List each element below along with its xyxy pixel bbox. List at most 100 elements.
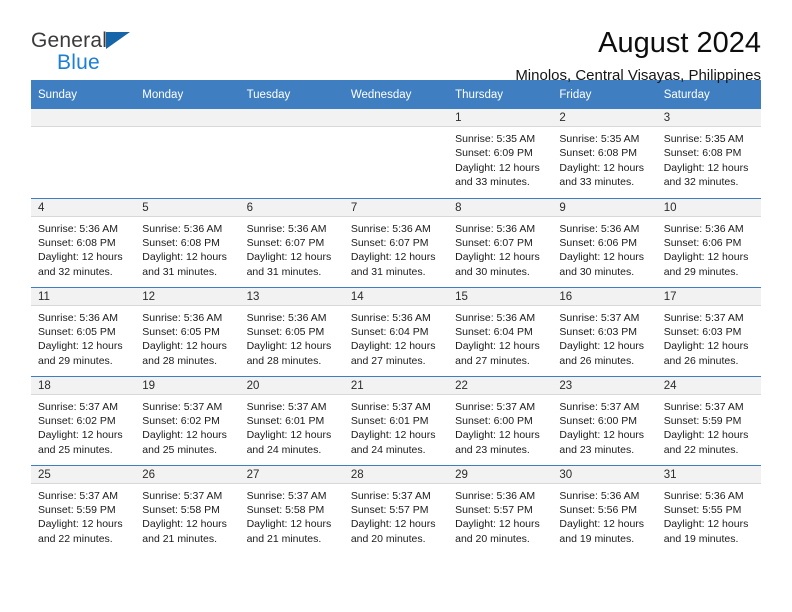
day-number: 6 xyxy=(239,198,344,217)
day-cell[interactable]: 22 Sunrise: 5:37 AM Sunset: 6:00 PM Dayl… xyxy=(448,375,553,465)
daylight-text-line1: Daylight: 12 hours xyxy=(246,340,332,353)
day-details: Sunrise: 5:36 AM Sunset: 6:07 PM Dayligh… xyxy=(240,217,344,280)
day-cell[interactable]: 6 Sunrise: 5:36 AM Sunset: 6:07 PM Dayli… xyxy=(239,197,344,287)
day-number: 15 xyxy=(448,287,553,306)
daylight-text-line1: Daylight: 12 hours xyxy=(350,518,436,531)
day-details xyxy=(135,127,239,132)
day-cell[interactable]: 10 Sunrise: 5:36 AM Sunset: 6:06 PM Dayl… xyxy=(656,197,761,287)
day-cell[interactable]: 7 Sunrise: 5:36 AM Sunset: 6:07 PM Dayli… xyxy=(343,197,449,287)
sunrise-text: Sunrise: 5:37 AM xyxy=(455,400,536,413)
daylight-text-line1: Daylight: 12 hours xyxy=(142,429,227,442)
day-number: 23 xyxy=(552,376,657,395)
sunset-text: Sunset: 6:07 PM xyxy=(246,236,325,249)
daylight-text-line2: and 30 minutes. xyxy=(455,265,530,278)
day-details: Sunrise: 5:36 AM Sunset: 6:04 PM Dayligh… xyxy=(344,306,448,369)
day-details: Sunrise: 5:37 AM Sunset: 5:57 PM Dayligh… xyxy=(344,484,448,547)
logo-text-general: General xyxy=(31,29,108,52)
sunset-text: Sunset: 6:03 PM xyxy=(663,325,742,338)
day-number: 20 xyxy=(239,376,344,395)
day-cell[interactable]: 11 Sunrise: 5:36 AM Sunset: 6:05 PM Dayl… xyxy=(31,286,136,376)
day-details: Sunrise: 5:37 AM Sunset: 5:59 PM Dayligh… xyxy=(31,484,135,547)
day-number xyxy=(343,109,449,127)
sunset-text: Sunset: 5:59 PM xyxy=(663,414,742,427)
daylight-text-line2: and 26 minutes. xyxy=(559,354,635,367)
daylight-text-line1: Daylight: 12 hours xyxy=(663,429,749,442)
day-cell[interactable]: 20 Sunrise: 5:37 AM Sunset: 6:01 PM Dayl… xyxy=(239,375,344,465)
day-cell[interactable]: 13 Sunrise: 5:36 AM Sunset: 6:05 PM Dayl… xyxy=(239,286,344,376)
sunset-text: Sunset: 6:08 PM xyxy=(663,147,742,160)
daylight-text-line2: and 21 minutes. xyxy=(246,532,322,545)
day-cell[interactable]: 28 Sunrise: 5:37 AM Sunset: 5:57 PM Dayl… xyxy=(343,464,449,554)
day-number: 22 xyxy=(448,376,553,395)
day-cell[interactable]: 9 Sunrise: 5:36 AM Sunset: 6:06 PM Dayli… xyxy=(552,197,657,287)
week-row: 4 Sunrise: 5:36 AM Sunset: 6:08 PM Dayli… xyxy=(31,197,761,287)
day-cell[interactable]: 24 Sunrise: 5:37 AM Sunset: 5:59 PM Dayl… xyxy=(656,375,761,465)
weekday-header-wednesday: Wednesday xyxy=(343,80,449,109)
daylight-text-line1: Daylight: 12 hours xyxy=(38,251,123,264)
daylight-text-line1: Daylight: 12 hours xyxy=(559,518,645,531)
day-cell[interactable]: 3 Sunrise: 5:35 AM Sunset: 6:08 PM Dayli… xyxy=(656,109,761,198)
sunset-text: Sunset: 5:57 PM xyxy=(455,503,533,516)
daylight-text-line2: and 33 minutes. xyxy=(559,176,635,189)
sunset-text: Sunset: 6:04 PM xyxy=(455,325,533,338)
sunrise-text: Sunrise: 5:37 AM xyxy=(663,400,744,413)
sunrise-text: Sunrise: 5:36 AM xyxy=(663,489,744,502)
day-cell[interactable]: 29 Sunrise: 5:36 AM Sunset: 5:57 PM Dayl… xyxy=(448,464,553,554)
sunset-text: Sunset: 6:00 PM xyxy=(455,414,533,427)
day-cell[interactable]: 26 Sunrise: 5:37 AM Sunset: 5:58 PM Dayl… xyxy=(135,464,240,554)
sunrise-text: Sunrise: 5:37 AM xyxy=(246,400,327,413)
day-number: 21 xyxy=(343,376,449,395)
sunset-text: Sunset: 6:05 PM xyxy=(142,325,220,338)
day-cell[interactable]: 27 Sunrise: 5:37 AM Sunset: 5:58 PM Dayl… xyxy=(239,464,344,554)
day-cell[interactable]: 12 Sunrise: 5:36 AM Sunset: 6:05 PM Dayl… xyxy=(135,286,240,376)
day-cell[interactable]: 19 Sunrise: 5:37 AM Sunset: 6:02 PM Dayl… xyxy=(135,375,240,465)
day-details: Sunrise: 5:36 AM Sunset: 6:06 PM Dayligh… xyxy=(552,217,656,280)
day-cell[interactable]: 25 Sunrise: 5:37 AM Sunset: 5:59 PM Dayl… xyxy=(31,464,136,554)
sunrise-text: Sunrise: 5:36 AM xyxy=(142,222,223,235)
page-subtitle: Minolos, Central Visayas, Philippines xyxy=(515,67,761,84)
day-cell[interactable]: 2 Sunrise: 5:35 AM Sunset: 6:08 PM Dayli… xyxy=(552,109,657,198)
day-cell[interactable]: 18 Sunrise: 5:37 AM Sunset: 6:02 PM Dayl… xyxy=(31,375,136,465)
day-details: Sunrise: 5:37 AM Sunset: 6:03 PM Dayligh… xyxy=(657,306,761,369)
sunrise-text: Sunrise: 5:36 AM xyxy=(455,311,536,324)
day-cell[interactable]: 16 Sunrise: 5:37 AM Sunset: 6:03 PM Dayl… xyxy=(552,286,657,376)
day-cell[interactable]: 15 Sunrise: 5:36 AM Sunset: 6:04 PM Dayl… xyxy=(448,286,553,376)
daylight-text-line2: and 29 minutes. xyxy=(663,265,739,278)
sunset-text: Sunset: 5:57 PM xyxy=(350,503,429,516)
day-cell[interactable]: 30 Sunrise: 5:36 AM Sunset: 5:56 PM Dayl… xyxy=(552,464,657,554)
daylight-text-line2: and 19 minutes. xyxy=(559,532,635,545)
day-cell[interactable]: 21 Sunrise: 5:37 AM Sunset: 6:01 PM Dayl… xyxy=(343,375,449,465)
daylight-text-line2: and 32 minutes. xyxy=(38,265,113,278)
day-details: Sunrise: 5:36 AM Sunset: 6:06 PM Dayligh… xyxy=(657,217,761,280)
daylight-text-line2: and 20 minutes. xyxy=(350,532,426,545)
day-cell[interactable]: 1 Sunrise: 5:35 AM Sunset: 6:09 PM Dayli… xyxy=(448,109,553,198)
day-details: Sunrise: 5:36 AM Sunset: 6:05 PM Dayligh… xyxy=(135,306,239,369)
day-cell[interactable]: 17 Sunrise: 5:37 AM Sunset: 6:03 PM Dayl… xyxy=(656,286,761,376)
sunset-text: Sunset: 6:06 PM xyxy=(663,236,742,249)
day-number: 18 xyxy=(31,376,136,395)
day-cell[interactable] xyxy=(31,109,136,198)
day-cell[interactable]: 4 Sunrise: 5:36 AM Sunset: 6:08 PM Dayli… xyxy=(31,197,136,287)
page-title: August 2024 xyxy=(598,27,761,59)
sunrise-text: Sunrise: 5:36 AM xyxy=(663,222,744,235)
day-cell[interactable] xyxy=(343,109,449,198)
general-blue-logo[interactable]: General Blue xyxy=(31,26,151,73)
day-cell[interactable]: 23 Sunrise: 5:37 AM Sunset: 6:00 PM Dayl… xyxy=(552,375,657,465)
sunrise-text: Sunrise: 5:36 AM xyxy=(246,311,327,324)
day-cell[interactable]: 14 Sunrise: 5:36 AM Sunset: 6:04 PM Dayl… xyxy=(343,286,449,376)
day-cell[interactable] xyxy=(135,109,240,198)
day-number: 28 xyxy=(343,465,449,484)
daylight-text-line1: Daylight: 12 hours xyxy=(663,161,749,174)
day-cell[interactable]: 31 Sunrise: 5:36 AM Sunset: 5:55 PM Dayl… xyxy=(656,464,761,554)
day-cell[interactable] xyxy=(239,109,344,198)
day-cell[interactable]: 8 Sunrise: 5:36 AM Sunset: 6:07 PM Dayli… xyxy=(448,197,553,287)
day-details: Sunrise: 5:37 AM Sunset: 6:00 PM Dayligh… xyxy=(448,395,552,458)
sunrise-text: Sunrise: 5:37 AM xyxy=(663,311,744,324)
sunrise-text: Sunrise: 5:36 AM xyxy=(559,222,640,235)
day-cell[interactable]: 5 Sunrise: 5:36 AM Sunset: 6:08 PM Dayli… xyxy=(135,197,240,287)
sunrise-text: Sunrise: 5:36 AM xyxy=(559,489,640,502)
day-details: Sunrise: 5:36 AM Sunset: 5:55 PM Dayligh… xyxy=(657,484,761,547)
sunrise-text: Sunrise: 5:37 AM xyxy=(142,489,223,502)
day-number: 12 xyxy=(135,287,240,306)
day-details: Sunrise: 5:36 AM Sunset: 6:05 PM Dayligh… xyxy=(240,306,344,369)
